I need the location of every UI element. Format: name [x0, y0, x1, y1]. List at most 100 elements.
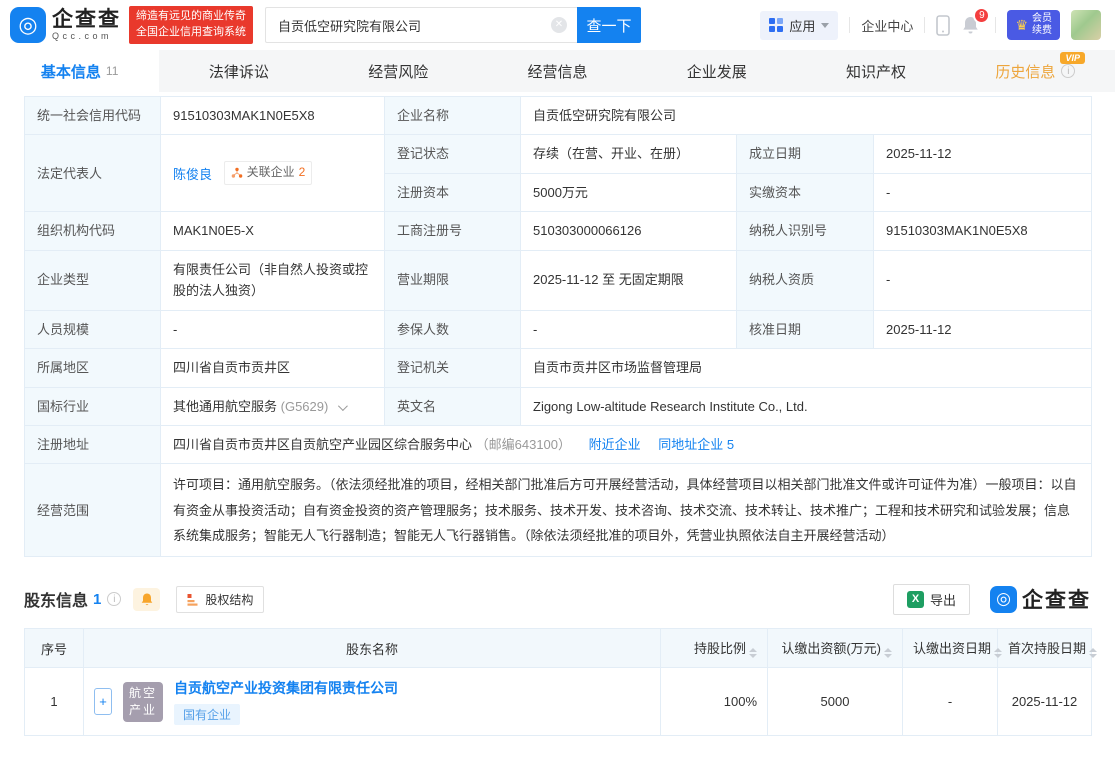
org-code-value: MAK1N0E5-X — [161, 212, 385, 250]
logo-subtext: Qcc.com — [52, 31, 121, 41]
apps-menu[interactable]: 应用 — [760, 11, 838, 40]
field-label: 登记状态 — [385, 135, 521, 173]
field-label: 英文名 — [385, 387, 521, 425]
nearby-companies-link[interactable]: 附近企业 — [589, 437, 641, 452]
apps-label: 应用 — [789, 16, 815, 35]
field-label: 组织机构代码 — [25, 212, 161, 250]
field-label: 人员规模 — [25, 310, 161, 348]
tab-operation-info[interactable]: 经营信息 — [478, 50, 637, 92]
related-companies-badge[interactable]: 关联企业 2 — [224, 161, 313, 185]
shareholder-name-link[interactable]: 自贡航空产业投资集团有限责任公司 — [174, 678, 398, 698]
qcc-watermark-text: 企查查 — [1022, 584, 1091, 614]
field-label: 核准日期 — [737, 310, 874, 348]
industry-value: 其他通用航空服务 — [173, 399, 277, 414]
field-label: 注册地址 — [25, 425, 161, 463]
shareholder-avatar: 航空产业 — [123, 682, 163, 722]
notification-count-badge: 9 — [973, 7, 990, 24]
user-avatar[interactable] — [1071, 10, 1101, 40]
slogan-line1: 缔造有远见的商业传奇 — [136, 9, 246, 25]
related-count: 2 — [299, 163, 306, 183]
field-label: 纳税人资质 — [737, 250, 874, 310]
field-label: 参保人数 — [385, 310, 521, 348]
company-type-value: 有限责任公司（非自然人投资或控股的法人独资） — [161, 250, 385, 310]
legal-rep-link[interactable]: 陈俊良 — [173, 167, 212, 182]
region-value: 四川省自贡市贡井区 — [161, 349, 385, 387]
tab-history-info[interactable]: VIP 历史信息 i — [956, 50, 1115, 92]
shareholders-title: 股东信息 — [24, 587, 88, 611]
sort-icon — [1089, 648, 1097, 658]
same-address-companies-link[interactable]: 同地址企业 5 — [658, 437, 734, 452]
approval-date-value: 2025-11-12 — [874, 310, 1092, 348]
tab-label: 法律诉讼 — [209, 61, 269, 82]
field-label: 法定代表人 — [25, 135, 161, 212]
tab-label: 历史信息 — [995, 61, 1055, 82]
company-name-value: 自贡低空研究院有限公司 — [521, 97, 1092, 135]
tab-operation-risk[interactable]: 经营风险 — [319, 50, 478, 92]
sort-icon — [884, 648, 892, 658]
equity-structure-button[interactable]: 股权结构 — [176, 586, 264, 613]
search-button[interactable]: 查一下 — [577, 7, 641, 43]
shareholders-table: 序号 股东名称 持股比例 认缴出资额(万元) 认缴出资日期 首次持股日期 1 +… — [24, 628, 1092, 736]
shareholders-count: 1 — [93, 591, 101, 608]
legal-rep-cell: 陈俊良 关联企业 2 — [161, 135, 385, 212]
col-shareholder-name: 股东名称 — [84, 629, 661, 668]
shareholders-section-header: 股东信息 1 i 股权结构 X 导出 ◎ 企查查 — [24, 584, 1091, 614]
col-ratio[interactable]: 持股比例 — [661, 629, 768, 668]
tab-label: 经营信息 — [527, 61, 587, 82]
chevron-down-icon[interactable] — [338, 401, 348, 411]
state-owned-tag: 国有企业 — [174, 704, 240, 725]
col-first-date[interactable]: 首次持股日期 — [998, 629, 1092, 668]
field-label: 企业名称 — [385, 97, 521, 135]
qcc-logo-icon[interactable]: ◎ — [10, 7, 46, 43]
tab-company-development[interactable]: 企业发展 — [637, 50, 796, 92]
member-renew-button[interactable]: ♛ 会员 续费 — [1007, 10, 1060, 40]
monitor-bell-icon[interactable] — [133, 588, 160, 611]
address-cell: 四川省自贡市贡井区自贡航空产业园区综合服务中心 （邮编643100） 附近企业 … — [161, 425, 1092, 463]
org-chart-icon — [231, 167, 243, 179]
english-name-value: Zigong Low-altitude Research Institute C… — [521, 387, 1092, 425]
divider — [849, 17, 850, 33]
notifications-bell-icon[interactable]: 9 — [961, 15, 984, 35]
info-icon[interactable]: i — [1061, 64, 1075, 78]
reg-capital-value: 5000万元 — [521, 173, 737, 211]
field-label: 统一社会信用代码 — [25, 97, 161, 135]
basic-info-table: 统一社会信用代码 91510303MAK1N0E5X8 企业名称 自贡低空研究院… — [24, 96, 1092, 557]
search-input[interactable] — [265, 7, 577, 43]
qcc-logo[interactable]: 企查查 Qcc.com — [52, 9, 121, 41]
export-button[interactable]: X 导出 — [893, 584, 970, 615]
apps-grid-icon — [769, 18, 783, 32]
paid-capital-value: - — [874, 173, 1092, 211]
col-amount[interactable]: 认缴出资额(万元) — [768, 629, 903, 668]
business-scope-value: 许可项目：通用航空服务。（依法须经批准的项目，经相关部门批准后方可开展经营活动，… — [161, 464, 1092, 557]
ratio-value: 100% — [661, 668, 768, 736]
address-postcode: （邮编643100） — [476, 437, 571, 452]
industry-cell: 其他通用航空服务 (G5629) — [161, 387, 385, 425]
chevron-down-icon — [821, 23, 829, 28]
tab-legal-litigation[interactable]: 法律诉讼 — [159, 50, 318, 92]
enterprise-center-link[interactable]: 企业中心 — [861, 16, 913, 35]
clear-search-icon[interactable]: ✕ — [551, 17, 567, 33]
logo-text: 企查查 — [52, 9, 121, 31]
field-label: 成立日期 — [737, 135, 874, 173]
shareholders-header-row: 序号 股东名称 持股比例 认缴出资额(万元) 认缴出资日期 首次持股日期 — [25, 629, 1092, 668]
mobile-app-icon[interactable] — [936, 15, 950, 36]
col-date[interactable]: 认缴出资日期 — [903, 629, 998, 668]
field-label: 工商注册号 — [385, 212, 521, 250]
slogan-line2: 全国企业信用查询系统 — [136, 25, 246, 41]
tab-count: 11 — [106, 64, 118, 78]
slogan-banner: 缔造有远见的商业传奇 全国企业信用查询系统 — [129, 6, 253, 44]
section-tabbar: 基本信息 11 法律诉讼 经营风险 经营信息 企业发展 知识产权 VIP 历史信… — [0, 50, 1115, 92]
sort-icon — [749, 648, 757, 658]
field-label: 所属地区 — [25, 349, 161, 387]
credit-code-value: 91510303MAK1N0E5X8 — [161, 97, 385, 135]
staff-size-value: - — [161, 310, 385, 348]
info-icon[interactable]: i — [107, 592, 121, 606]
tab-label: 基本信息 — [41, 61, 101, 82]
related-label: 关联企业 — [247, 163, 295, 183]
equity-chart-icon — [187, 593, 200, 606]
tab-basic-info[interactable]: 基本信息 11 — [0, 50, 159, 92]
expand-button[interactable]: + — [94, 688, 112, 715]
tab-intellectual-property[interactable]: 知识产权 — [796, 50, 955, 92]
divider — [924, 17, 925, 33]
header-right-nav: 应用 企业中心 9 ♛ 会员 续费 — [760, 10, 1101, 40]
